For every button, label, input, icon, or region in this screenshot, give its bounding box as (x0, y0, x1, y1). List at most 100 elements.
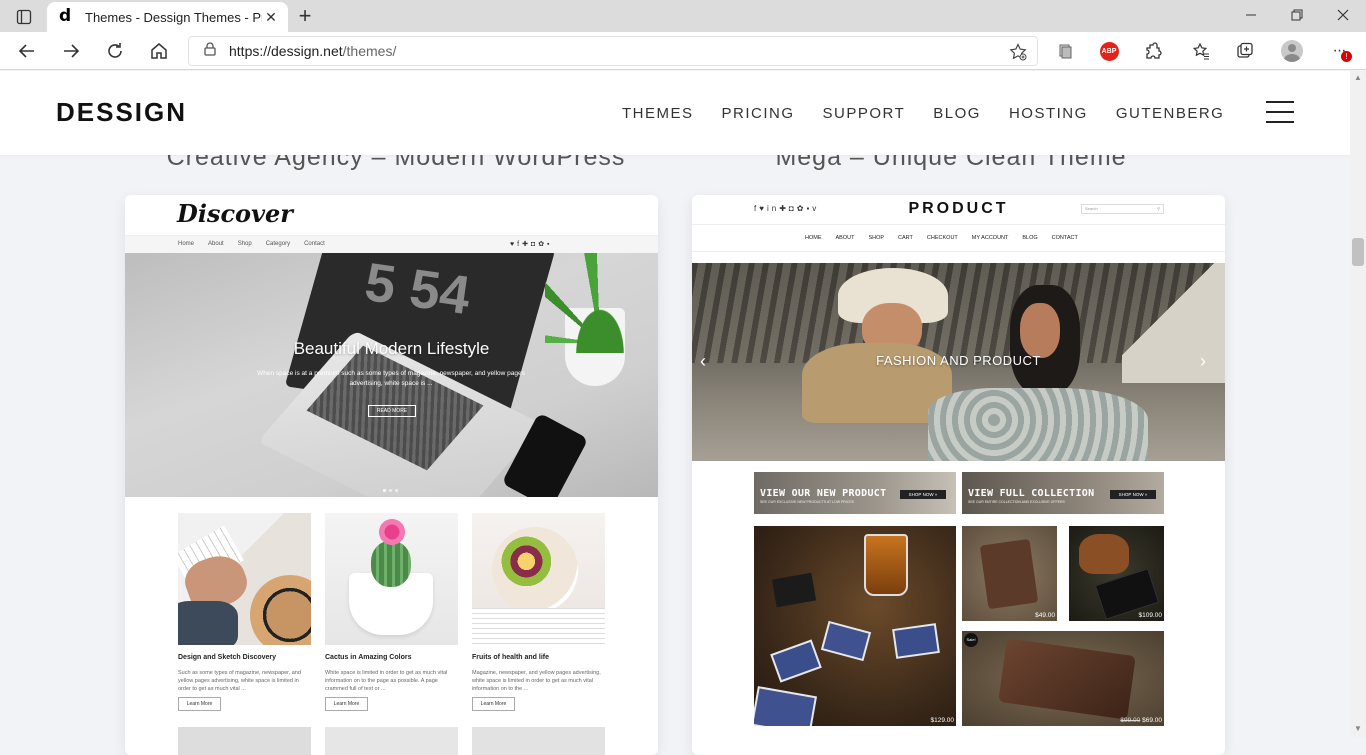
tab-actions-icon[interactable] (10, 6, 38, 28)
scroll-down-arrow-icon[interactable]: ▼ (1351, 724, 1365, 734)
card-title-creative-agency[interactable]: Creative Agency – Modern WordPress (126, 155, 666, 173)
theme-card-mega[interactable]: f♥in✚◘✿▪v PRODUCT Search ⚲ HOME ABOUT SH… (692, 195, 1225, 755)
hamburger-menu-icon[interactable] (1266, 101, 1294, 123)
close-icon[interactable]: ✕ (262, 9, 280, 26)
main-nav: THEMES PRICING SUPPORT BLOG HOSTING GUTE… (622, 105, 1252, 122)
preview-search-placeholder: Search (1085, 206, 1098, 211)
post-learn-more-button: Learn More (472, 697, 515, 711)
post-excerpt: Such as some types of magazine, newspape… (178, 670, 301, 692)
settings-more-icon[interactable]: ··· ! (1326, 39, 1352, 63)
slider-prev-icon: ‹ (700, 351, 706, 371)
new-tab-icon[interactable]: + (292, 3, 318, 28)
refresh-icon[interactable] (102, 39, 128, 63)
post-image-next (325, 727, 458, 755)
back-icon[interactable] (14, 39, 40, 63)
dessign-favicon-icon: d (59, 6, 72, 26)
post-image-next (178, 727, 311, 755)
slider-next-icon: › (1200, 351, 1206, 371)
product-old-price: $99.00 (1120, 717, 1141, 724)
banner-title: VIEW FULL COLLECTION (968, 488, 1095, 499)
post-excerpt: Magazine, newspaper, and yellow pages ad… (472, 670, 601, 692)
url-path: /themes/ (342, 43, 397, 59)
banner-sub: SEE OUR EXCLUSIVE NEW PRODUCTS AT LOW PR… (760, 500, 854, 504)
preview-brand: Discover (177, 199, 293, 228)
nav-hosting[interactable]: HOSTING (1009, 105, 1088, 122)
banner-shop-now-button: SHOP NOW » (900, 490, 946, 499)
product-price: $69.00 (1142, 717, 1162, 724)
preview-hero-text: When space is at a premium such as some … (257, 370, 525, 387)
collections-add-icon[interactable] (1232, 39, 1258, 63)
preview-menu-item: MY ACCOUNT (971, 235, 1009, 241)
woman-face (1020, 303, 1060, 358)
post-learn-more-button: Learn More (325, 697, 368, 711)
nav-gutenberg[interactable]: GUTENBERG (1116, 105, 1225, 122)
preview-menu-bar: HOME ABOUT SHOP CART CHECKOUT MY ACCOUNT… (692, 224, 1225, 252)
banner-new-product: VIEW OUR NEW PRODUCT SEE OUR EXCLUSIVE N… (754, 472, 956, 514)
lock-icon[interactable] (203, 41, 217, 61)
favorites-icon[interactable] (1188, 39, 1214, 63)
preview-menu-item: Contact (304, 241, 325, 247)
product-price: $129.00 (930, 717, 955, 724)
page-scrollbar[interactable] (1350, 71, 1366, 738)
post-learn-more-button: Learn More (178, 697, 221, 711)
preview-menu-item: CHECKOUT (926, 235, 958, 241)
sale-badge: Sale! (964, 633, 978, 647)
preview-menu-item: About (208, 241, 224, 247)
url-host: https://dessign.net (229, 43, 343, 59)
profile-avatar-icon[interactable] (1279, 39, 1305, 63)
post-image-next (472, 727, 605, 755)
preview-hero-image: FASHION AND PRODUCT ‹ › (692, 263, 1225, 461)
product-image-journal: $49.00 (962, 526, 1057, 621)
scrollbar-thumb[interactable] (1352, 238, 1364, 266)
url-text[interactable]: https://dessign.net/themes/ (229, 43, 396, 59)
address-bar-row: https://dessign.net/themes/ ABP ··· ! (0, 32, 1366, 70)
preview-hero-title: Beautiful Modern Lifestyle (293, 339, 490, 358)
product-image-wallet: $109.00 (1069, 526, 1164, 621)
restore-icon[interactable] (1282, 4, 1312, 26)
preview-search-box: Search ⚲ (1081, 204, 1164, 214)
collections-icon[interactable] (1052, 39, 1078, 63)
tab-themes[interactable]: d Themes - Dessign Themes - Prem ✕ (47, 2, 288, 32)
adblock-icon[interactable]: ABP (1096, 39, 1122, 63)
preview-menu-item: CART (898, 235, 913, 241)
product-price: $109.00 (1138, 612, 1163, 619)
post-title: Design and Sketch Discovery (178, 654, 277, 661)
nav-themes[interactable]: THEMES (622, 105, 694, 122)
product-price-group: $99.00 $69.00 (1120, 717, 1162, 724)
preview-menu-item: Home (178, 241, 195, 247)
abp-label: ABP (1099, 41, 1119, 61)
banner-title: VIEW OUR NEW PRODUCT (760, 488, 887, 499)
site-logo[interactable]: DESSIGN (56, 97, 187, 128)
forward-icon[interactable] (58, 39, 84, 63)
blanket (928, 388, 1148, 461)
plant-leaves (545, 253, 655, 353)
preview-menu-item: SHOP (868, 235, 885, 241)
tab-title: Themes - Dessign Themes - Prem (85, 9, 262, 25)
preview-menu-item: HOME (805, 235, 822, 241)
preview-menu-bar: Home About Shop Category Contact ♥f✚◘✿▪ (125, 235, 658, 253)
tab-strip: d Themes - Dessign Themes - Prem ✕ + (0, 0, 1366, 32)
post-title: Fruits of health and life (472, 654, 550, 661)
product-image-cards: $129.00 (754, 526, 956, 726)
extensions-icon[interactable] (1140, 39, 1166, 63)
product-price: $49.00 (1035, 612, 1055, 619)
favorite-add-icon[interactable] (1009, 43, 1027, 66)
home-icon[interactable] (146, 39, 172, 63)
nav-pricing[interactable]: PRICING (722, 105, 795, 122)
post-image-fruit (472, 513, 605, 645)
card-title-mega[interactable]: Mega – Unique Clean Theme (681, 155, 1221, 173)
scroll-up-arrow-icon[interactable]: ▲ (1351, 73, 1365, 83)
card-titles-row: Creative Agency – Modern WordPress Mega … (0, 155, 1350, 185)
nav-support[interactable]: SUPPORT (823, 105, 906, 122)
slider-dots (383, 489, 398, 492)
theme-card-discover[interactable]: Discover Home About Shop Category Contac… (125, 195, 658, 755)
preview-menu-item: CONTACT (1051, 235, 1078, 241)
minimize-icon[interactable] (1236, 4, 1266, 26)
nav-blog[interactable]: BLOG (933, 105, 981, 122)
window-close-icon[interactable] (1328, 4, 1358, 26)
banner-full-collection: VIEW FULL COLLECTION SEE OUR ENTIRE COLL… (962, 472, 1164, 514)
post-excerpt: White space is limited in order to get a… (325, 670, 448, 692)
preview-social-icons: ♥f✚◘✿▪ (510, 241, 553, 248)
preview-read-more-button: READ MORE (368, 405, 416, 417)
address-bar[interactable]: https://dessign.net/themes/ (188, 36, 1038, 66)
